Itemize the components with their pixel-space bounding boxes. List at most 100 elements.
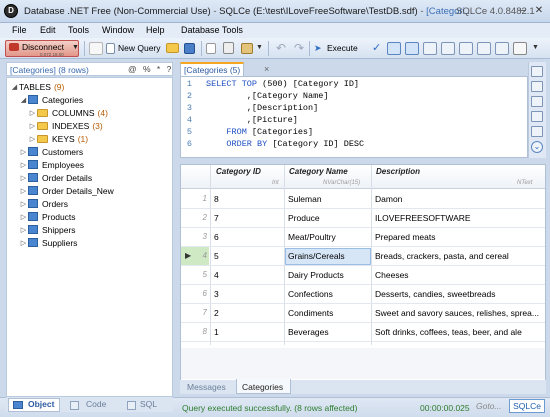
check-syntax-icon[interactable]: ✓ — [372, 41, 381, 54]
expand-icon[interactable]: ▷ — [19, 213, 28, 221]
close-tab-icon[interactable]: × — [264, 64, 269, 74]
column-header-category-id[interactable]: Category ID — [216, 167, 261, 176]
cell-category-id[interactable]: 4 — [214, 270, 274, 280]
tree-node-table[interactable]: ▷ Employees — [10, 158, 170, 171]
tree-node-table[interactable]: ▷ Shippers — [10, 223, 170, 236]
cell-category-name[interactable]: Meat/Poultry — [288, 232, 370, 242]
cell-category-name[interactable]: Confections — [288, 289, 370, 299]
row-number: 7 — [202, 308, 207, 317]
cell-category-name[interactable]: Produce — [288, 213, 370, 223]
cell-description[interactable]: Breads, crackers, pasta, and cereal — [375, 251, 540, 261]
tree-node-tables[interactable]: ◢ TABLES (9) — [10, 80, 170, 93]
chevron-down-icon[interactable]: ▼ — [532, 44, 539, 51]
row-number: 2 — [202, 213, 207, 222]
tree-node-indexes[interactable]: ▷ INDEXES (3) — [10, 119, 170, 132]
cell-description[interactable]: ILOVEFREESOFTWARE — [375, 213, 540, 223]
format-icon[interactable] — [477, 42, 491, 55]
tab-sql[interactable]: SQL — [140, 399, 157, 409]
chevron-down-icon[interactable]: ▼ — [256, 44, 263, 51]
panel-icon[interactable] — [531, 81, 543, 92]
expand-icon[interactable]: ▷ — [19, 187, 28, 195]
open-folder-icon[interactable] — [166, 43, 179, 53]
collapse-icon[interactable]: ◢ — [19, 96, 28, 104]
tree-node-columns[interactable]: ▷ COLUMNS (4) — [10, 106, 170, 119]
expand-icon[interactable]: ▷ — [28, 109, 37, 117]
cell-category-name[interactable]: Condiments — [288, 308, 370, 318]
print-icon[interactable] — [513, 42, 527, 55]
tree-node-keys[interactable]: ▷ KEYS (1) — [10, 132, 170, 145]
tree-node-table[interactable]: ▷ Order Details — [10, 171, 170, 184]
execute-button[interactable]: Execute — [327, 43, 358, 53]
cell-description[interactable]: Cheeses — [375, 270, 540, 280]
cell-description[interactable]: Prepared meats — [375, 232, 540, 242]
cell-category-id[interactable]: 3 — [214, 289, 274, 299]
object-panel-title: [Categories] (8 rows) — [10, 65, 89, 75]
column-header-description[interactable]: Description — [376, 167, 420, 176]
tree-node-table[interactable]: ▷ Orders — [10, 197, 170, 210]
grid-icon[interactable] — [423, 42, 437, 55]
chevron-down-icon[interactable]: ⌄ — [531, 141, 543, 153]
cell-category-id[interactable]: 2 — [214, 308, 274, 318]
cell-category-id[interactable]: 1 — [214, 327, 274, 337]
close-window-icon[interactable]: ✕ — [531, 4, 547, 18]
menu-edit[interactable]: Edit — [40, 25, 56, 35]
tab-code[interactable]: Code — [86, 399, 106, 409]
app-icon[interactable]: D — [4, 4, 18, 18]
expand-icon[interactable]: ▷ — [19, 200, 28, 208]
expand-icon[interactable]: ▷ — [19, 161, 28, 169]
chevron-down-icon[interactable]: ▼ — [72, 44, 79, 51]
cell-category-name[interactable]: Beverages — [288, 327, 370, 337]
tab-messages[interactable]: Messages — [187, 382, 226, 392]
tree-node-table[interactable]: ▷ Products — [10, 210, 170, 223]
cell-category-id[interactable]: 5 — [214, 251, 274, 261]
expand-icon[interactable]: ▷ — [19, 148, 28, 156]
cell-category-id[interactable]: 8 — [214, 194, 274, 204]
cell-category-id[interactable]: 6 — [214, 232, 274, 242]
menu-tools[interactable]: Tools — [68, 25, 89, 35]
menu-help[interactable]: Help — [146, 25, 165, 35]
panel-icon[interactable] — [531, 66, 543, 77]
undo-icon[interactable]: ↶ — [276, 41, 286, 55]
cell-description[interactable]: Desserts, candies, sweetbreads — [375, 289, 540, 299]
expand-icon[interactable]: ▷ — [19, 239, 28, 247]
menu-file[interactable]: File — [12, 25, 27, 35]
results-grid-icon[interactable] — [387, 42, 401, 55]
tree-node-table[interactable]: ▷ Order Details_New — [10, 184, 170, 197]
panel-icon[interactable] — [531, 126, 543, 137]
menu-window[interactable]: Window — [102, 25, 134, 35]
comment-icon[interactable] — [495, 42, 509, 55]
refresh-icon[interactable] — [89, 42, 103, 55]
cell-description[interactable]: Damon — [375, 194, 540, 204]
goto-field[interactable]: Goto... — [476, 401, 502, 411]
paste-icon[interactable] — [241, 43, 253, 54]
cell-description[interactable]: Sweet and savory sauces, relishes, sprea… — [375, 308, 540, 318]
copy-icon[interactable] — [206, 43, 216, 54]
collapse-icon[interactable]: ◢ — [10, 83, 19, 91]
panel-icon[interactable] — [531, 111, 543, 122]
save-icon[interactable] — [184, 43, 195, 54]
redo-icon[interactable]: ↷ — [294, 41, 304, 55]
menu-database-tools[interactable]: Database Tools — [181, 25, 243, 35]
tree-node-table[interactable]: ▷ Suppliers — [10, 236, 170, 249]
panel-icon[interactable] — [531, 96, 543, 107]
column-header-category-name[interactable]: Category Name — [289, 167, 348, 176]
tree-node-categories[interactable]: ◢ Categories — [10, 93, 170, 106]
cell-category-id[interactable]: 7 — [214, 213, 274, 223]
cut-icon[interactable] — [223, 42, 234, 54]
expand-icon[interactable]: ▷ — [28, 122, 37, 130]
expand-icon[interactable]: ▷ — [28, 135, 37, 143]
tree-node-table[interactable]: ▷ Customers — [10, 145, 170, 158]
cell-category-name[interactable]: Grains/Cereals — [288, 251, 370, 261]
cell-category-name[interactable]: Dairy Products — [288, 270, 370, 280]
results-text-icon[interactable] — [405, 42, 419, 55]
new-query-button[interactable]: New Query — [118, 43, 161, 53]
expand-icon[interactable]: ▷ — [19, 174, 28, 182]
table-icon[interactable] — [441, 42, 455, 55]
minimize-icon[interactable]: – — [515, 4, 531, 18]
cell-category-name[interactable]: Suleman — [288, 194, 370, 204]
list-icon[interactable] — [459, 42, 473, 55]
object-panel-tools[interactable]: @ % * ? — [128, 64, 173, 74]
object-tab-icon — [13, 401, 23, 409]
expand-icon[interactable]: ▷ — [19, 226, 28, 234]
cell-description[interactable]: Soft drinks, coffees, teas, beer, and al… — [375, 327, 540, 337]
